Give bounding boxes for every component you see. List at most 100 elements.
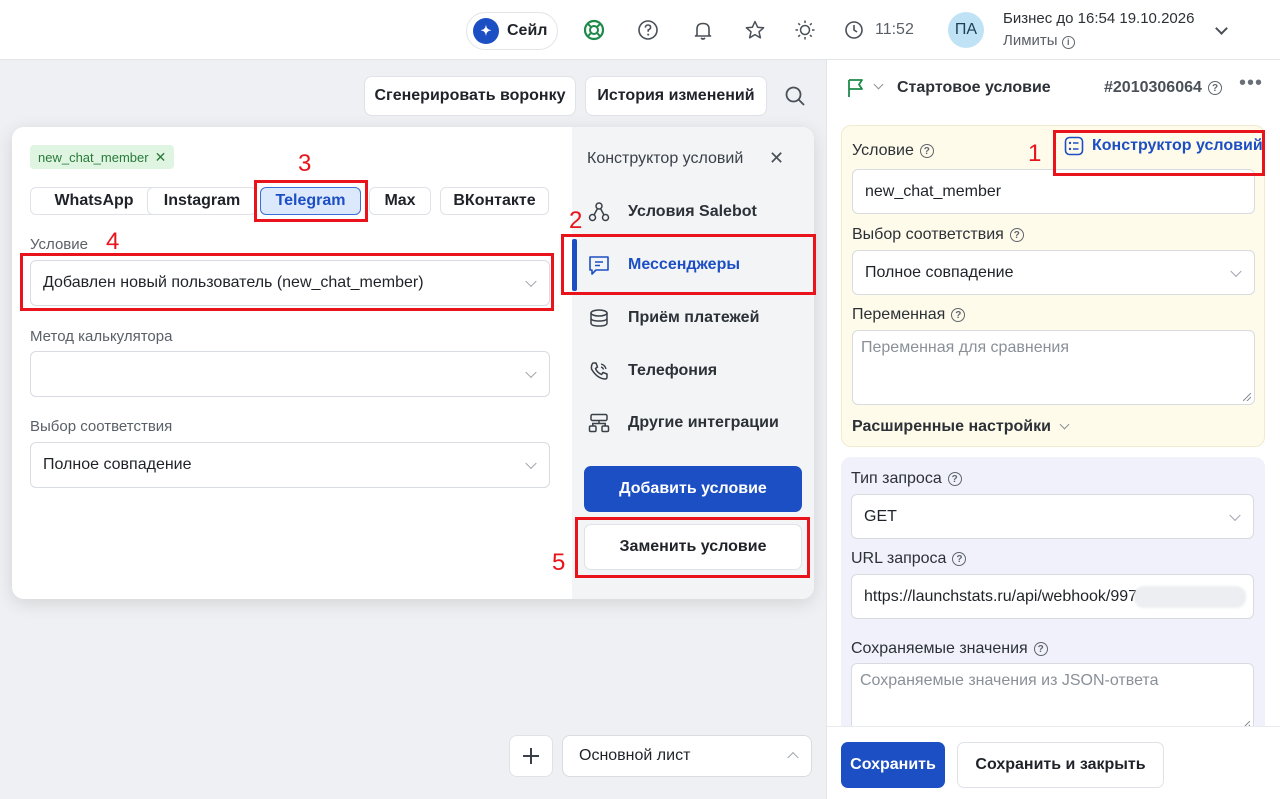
request-type-select[interactable]: GET (851, 494, 1254, 539)
help-icon[interactable]: ? (919, 144, 934, 158)
lifebuoy-icon[interactable] (583, 19, 605, 41)
help-icon[interactable]: ? (951, 308, 966, 322)
match-label: Выбор соответствия (30, 418, 173, 435)
request-block: Тип запроса? GET URL запроса? https://la… (841, 457, 1265, 747)
resize-handle[interactable] (1243, 393, 1251, 401)
match-select[interactable]: Полное совпадение (30, 442, 550, 488)
account-chevron-down-icon[interactable] (1215, 22, 1228, 35)
help-icon[interactable]: ? (1009, 228, 1024, 242)
condition-input[interactable]: new_chat_member (852, 169, 1255, 214)
condition-label: Условие (30, 236, 88, 253)
help-icon[interactable]: ? (1033, 642, 1048, 656)
plus-icon (523, 748, 539, 764)
clock-icon (843, 19, 865, 41)
menu-item-label: Приём платежей (628, 309, 760, 326)
chat-icon (586, 254, 612, 276)
help-icon[interactable] (637, 19, 659, 41)
chevron-down-icon (525, 457, 537, 470)
condition-select-value: Добавлен новый пользователь (new_chat_me… (43, 274, 424, 291)
panel-title: Стартовое условие (897, 79, 1051, 96)
match-select[interactable]: Полное совпадение (852, 250, 1255, 295)
condition-block: Условие? Конструктор условий new_chat_me… (841, 125, 1265, 447)
match-select-value: Полное совпадение (43, 456, 192, 473)
annotation-number-4: 4 (106, 228, 120, 255)
save-and-close-button[interactable]: Сохранить и закрыть (957, 742, 1164, 788)
replace-condition-button[interactable]: Заменить условие (584, 524, 802, 570)
chevron-down-icon (525, 366, 537, 379)
condition-builder-popup: new_chat_member ✕ WhatsApp Instagram Tel… (12, 127, 814, 599)
bell-icon[interactable] (692, 19, 714, 41)
menu-item-salebot-conditions[interactable]: Условия Salebot (586, 192, 814, 232)
properties-panel: Стартовое условие #2010306064 ? ••• Усло… (826, 60, 1280, 799)
tab-vkontakte[interactable]: ВКонтакте (440, 187, 549, 215)
more-icon[interactable]: ••• (1239, 72, 1263, 95)
add-sheet-button[interactable] (509, 735, 553, 777)
search-icon[interactable] (774, 76, 816, 116)
builder-sidebar-title: Конструктор условий (587, 150, 744, 167)
list-icon (1064, 136, 1084, 156)
close-icon[interactable]: ✕ (769, 148, 784, 169)
menu-item-messengers[interactable]: Мессенджеры (586, 245, 814, 285)
menu-item-label: Другие интеграции (628, 414, 779, 431)
chip-label: new_chat_member (38, 149, 149, 165)
clock-time: 11:52 (875, 21, 914, 38)
add-condition-button[interactable]: Добавить условие (584, 466, 802, 512)
chevron-down-icon[interactable] (873, 79, 884, 90)
url-label: URL запроса? (851, 550, 967, 568)
active-indicator (572, 239, 577, 291)
close-icon[interactable]: ✕ (155, 149, 167, 166)
top-bar: ✦ Сейл 11:52 ПА Бизнес до 16:54 19.10.20… (0, 0, 1280, 60)
request-type-label: Тип запроса? (851, 470, 962, 488)
menu-item-label: Телефония (628, 362, 718, 379)
sale-button[interactable]: ✦ Сейл (466, 12, 558, 50)
variable-textarea[interactable]: Переменная для сравнения (852, 330, 1255, 405)
redacted-region (1134, 586, 1246, 608)
chevron-down-icon (525, 275, 537, 288)
sheet-select[interactable]: Основной лист (562, 735, 812, 777)
saved-values-label: Сохраняемые значения? (851, 640, 1048, 658)
menu-item-telephony[interactable]: Телефония (586, 351, 814, 391)
sparkle-icon: ✦ (473, 18, 499, 44)
menu-item-label: Условия Salebot (628, 203, 757, 220)
calc-method-select[interactable] (30, 351, 550, 397)
menu-item-other-integrations[interactable]: Другие интеграции (586, 403, 814, 443)
chevron-up-icon (787, 751, 799, 764)
condition-label: Условие? (852, 142, 934, 160)
annotation-number-2: 2 (569, 207, 583, 234)
history-button[interactable]: История изменений (585, 76, 767, 116)
panel-footer: Сохранить Сохранить и закрыть (827, 726, 1280, 799)
tab-whatsapp[interactable]: WhatsApp (30, 187, 158, 215)
saved-values-textarea[interactable]: Сохраняемые значения из JSON-ответа (851, 663, 1254, 733)
tab-telegram[interactable]: Telegram (260, 187, 361, 215)
variable-label: Переменная? (852, 306, 966, 324)
help-icon[interactable]: ? (1208, 81, 1222, 95)
tab-max[interactable]: Max (369, 187, 431, 215)
help-icon[interactable]: ? (952, 552, 967, 566)
tab-instagram[interactable]: Instagram (147, 187, 257, 215)
coins-icon (586, 307, 612, 329)
integrations-icon (586, 412, 612, 434)
flag-icon[interactable] (845, 77, 867, 104)
menu-item-payments[interactable]: Приём платежей (586, 298, 814, 338)
condition-select[interactable]: Добавлен новый пользователь (new_chat_me… (30, 260, 550, 306)
generate-funnel-button[interactable]: Сгенерировать воронку (364, 76, 576, 116)
builder-sidebar: Конструктор условий ✕ Условия Salebot Ме… (572, 127, 814, 599)
match-label: Выбор соответствия? (852, 226, 1024, 244)
calc-method-label: Метод калькулятора (30, 328, 173, 345)
annotation-number-1: 1 (1028, 140, 1042, 167)
help-icon[interactable]: ? (947, 472, 962, 486)
panel-id: #2010306064 (1104, 79, 1202, 96)
save-button[interactable]: Сохранить (841, 742, 945, 788)
advanced-settings-toggle[interactable]: Расширенные настройки (852, 418, 1070, 436)
star-icon[interactable] (744, 19, 766, 41)
avatar[interactable]: ПА (948, 12, 984, 48)
limits-text[interactable]: Лимиты i (1003, 32, 1075, 49)
chevron-down-icon (1230, 265, 1242, 277)
annotation-number-5: 5 (552, 549, 566, 576)
sale-label: Сейл (507, 22, 548, 39)
condition-constructor-link[interactable]: Конструктор условий (1064, 136, 1263, 156)
phone-icon (586, 360, 612, 382)
annotation-number-3: 3 (298, 150, 312, 177)
url-input[interactable]: https://launchstats.ru/api/webhook/9975 (851, 574, 1254, 619)
sun-icon[interactable] (794, 19, 816, 41)
